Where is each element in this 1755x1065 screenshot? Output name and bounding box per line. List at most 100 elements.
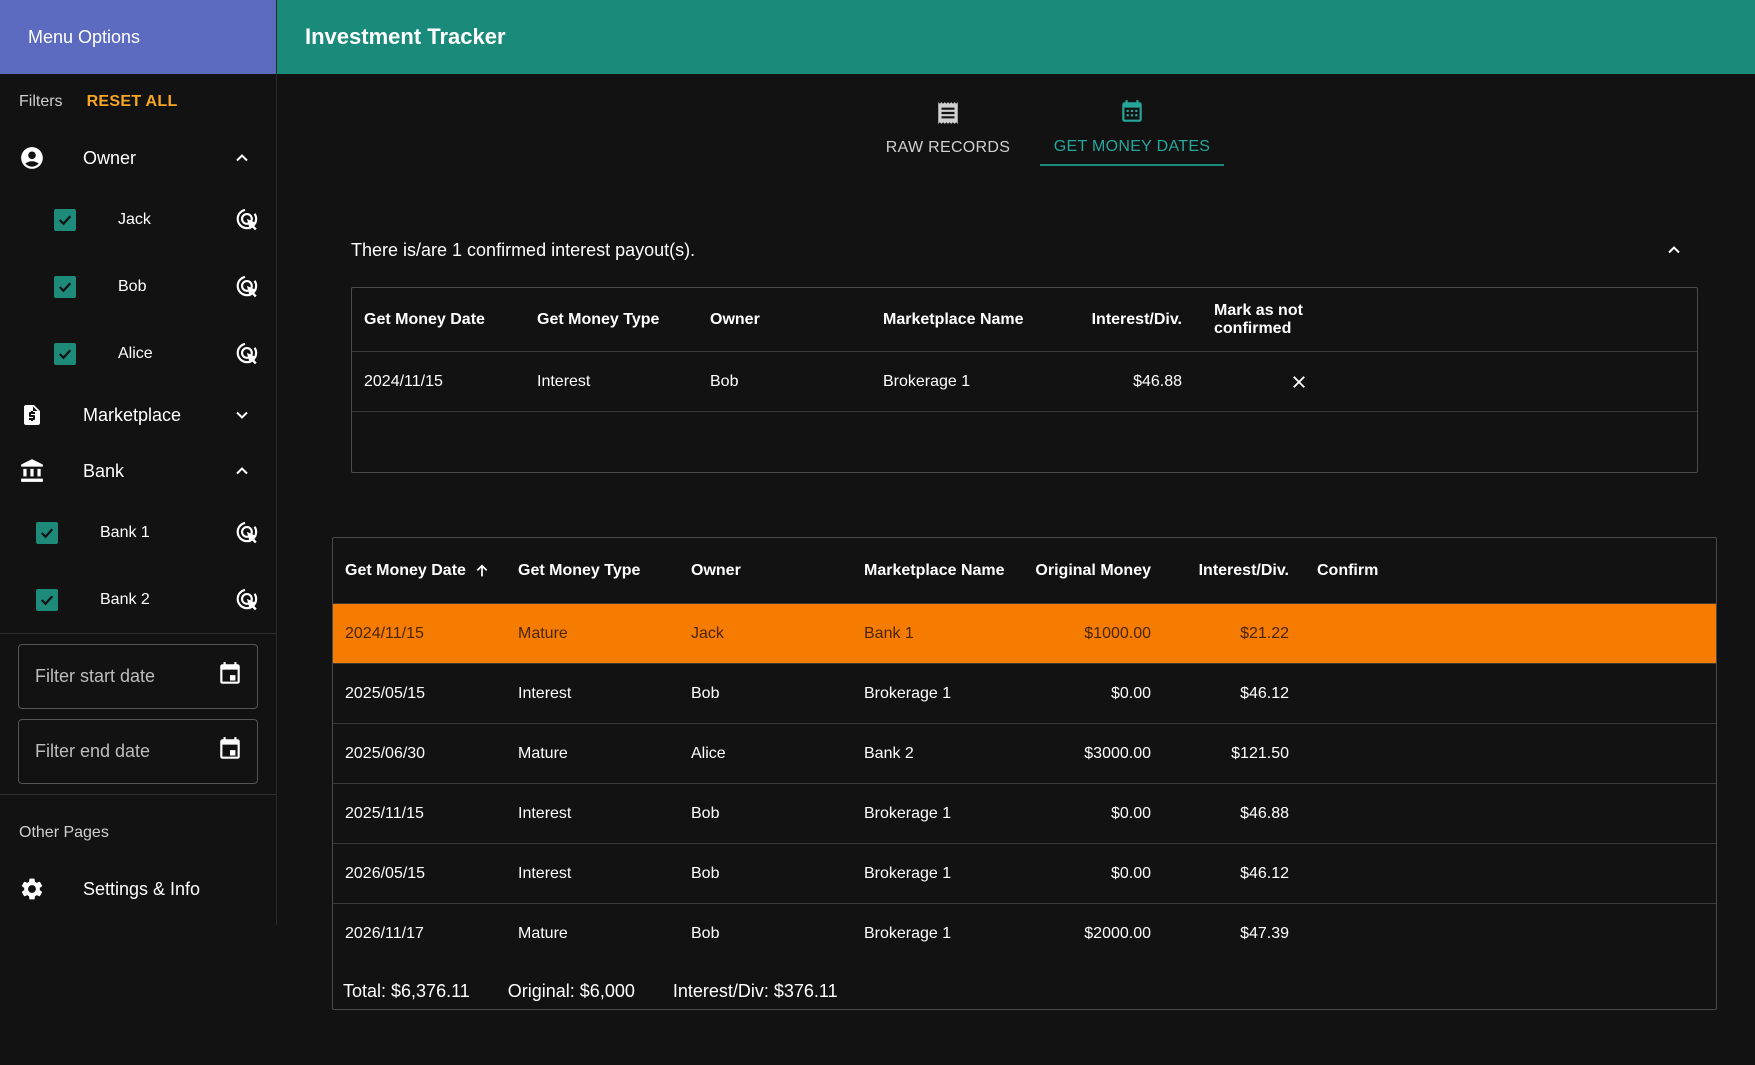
calendar-icon [1119,99,1145,130]
cell-owner: Bob [691,684,720,702]
cell-marketplace: Bank 1 [864,624,914,642]
cell-type: Mature [518,624,568,642]
marketplace-group-toggle[interactable]: Marketplace [0,387,276,443]
total-value: Total: $6,376.11 [343,980,470,1001]
select-only-icon[interactable] [234,273,262,301]
reset-all-button[interactable]: RESET ALL [87,93,178,111]
select-only-icon[interactable] [234,340,262,368]
cell-original: $0.00 [1110,684,1151,702]
table-row: 2024/11/15 Interest Bob Brokerage 1 $46.… [352,352,1697,412]
column-header: Interest/Div. [1198,561,1289,579]
filters-label: Filters [19,93,63,110]
column-header: Confirm [1317,561,1379,579]
owner-alice-checkbox[interactable] [54,342,76,365]
chevron-up-icon [230,146,254,170]
interest-total-value: Interest/Div: $376.11 [672,980,838,1001]
cell-interest: $46.12 [1240,864,1289,882]
cell-type: Interest [518,804,572,822]
column-header: Get Money Date [364,310,485,328]
confirmed-summary[interactable]: There is/are 1 confirmed interest payout… [351,236,1686,264]
select-only-icon[interactable] [234,206,262,234]
bank-filter-bank2: Bank 2 [0,566,276,633]
tab-raw-records[interactable]: RAW RECORDS [856,90,1040,166]
other-pages-label: Other Pages [19,824,109,841]
bank1-label: Bank 1 [100,523,150,541]
owner-group-toggle[interactable]: Owner [0,130,276,186]
owner-group-label: Owner [83,147,137,168]
original-total-value: Original: $6,000 [507,980,635,1001]
owner-jack-label: Jack [118,210,151,228]
sidebar: Menu Options Filters RESET ALL Owner Jac… [0,0,277,925]
divider [0,794,276,795]
cell-date: 2025/06/30 [345,744,426,762]
table-header: Get Money Date Get Money Type Owner Mark… [333,538,1716,604]
cell-interest: $47.39 [1240,925,1289,942]
tab-get-money-dates[interactable]: GET MONEY DATES [1040,90,1224,166]
bank2-label: Bank 2 [100,590,150,608]
tab-raw-records-label: RAW RECORDS [885,138,1011,156]
cell-owner: Bob [691,804,720,822]
table-row[interactable]: 2025/05/15 Interest Bob Brokerage 1 $0.0… [333,664,1716,724]
cell-owner: Bob [691,864,720,882]
app-bar: Investment Tracker [277,0,1755,74]
chevron-up-icon [230,459,254,483]
confirmed-table: Get Money Date Get Money Type Owner Mark… [351,287,1698,473]
cell-interest: $46.12 [1240,684,1289,702]
bank1-checkbox[interactable] [36,521,58,544]
account-circle-icon [18,144,46,172]
owner-filter-alice: Alice [0,320,276,387]
column-header: Marketplace Name [883,310,1024,328]
sidebar-header: Menu Options [0,0,276,74]
get-money-table: Get Money Date Get Money Type Owner Mark… [332,537,1717,1010]
unconfirm-button[interactable] [1184,373,1414,391]
owner-filter-jack: Jack [0,186,276,253]
totals-row: Total: $6,376.11 Original: $6,000 Intere… [333,964,1716,1018]
tab-get-money-dates-label: GET MONEY DATES [1053,137,1211,155]
table-row[interactable]: 2025/11/15 Interest Bob Brokerage 1 $0.0… [333,784,1716,844]
cell-type: Interest [518,864,572,882]
table-row[interactable]: 2026/11/17 Mature Bob Brokerage 1 $2000.… [333,904,1716,964]
settings-nav-item[interactable]: Settings & Info [0,861,276,917]
chevron-up-icon[interactable] [1662,238,1686,262]
column-header: Mark as not confirmed [1214,301,1303,337]
calendar-icon[interactable] [217,736,243,767]
column-header-sortable[interactable]: Get Money Date [333,562,506,580]
app: Menu Options Filters RESET ALL Owner Jac… [0,0,1755,1065]
divider [0,633,276,634]
select-only-icon[interactable] [234,519,262,547]
bank2-checkbox[interactable] [36,588,58,611]
cell-original: $0.00 [1110,864,1151,882]
table-row[interactable]: 2024/11/15 Mature Jack Bank 1 $1000.00 $… [333,604,1716,664]
cell-date: 2025/11/15 [345,804,424,822]
confirmed-summary-text: There is/are 1 confirmed interest payout… [351,239,696,260]
table-header: Get Money Date Get Money Type Owner Mark… [352,288,1697,352]
select-only-icon[interactable] [234,586,262,614]
owner-alice-label: Alice [118,344,153,362]
settings-nav-label: Settings & Info [83,878,201,899]
filter-end-date-field[interactable]: Filter end date [18,719,258,784]
cell-marketplace: Brokerage 1 [864,925,952,942]
column-header-label: Get Money Date [345,561,466,579]
filter-start-date-field[interactable]: Filter start date [18,644,258,709]
cell-original: $3000.00 [1084,744,1151,762]
column-header: Interest/Div. [1091,310,1182,328]
arrow-up-icon [474,563,490,579]
calendar-icon[interactable] [217,661,243,692]
cell-owner: Bob [691,925,720,942]
owner-filter-bob: Bob [0,253,276,320]
table-row[interactable]: 2026/05/15 Interest Bob Brokerage 1 $0.0… [333,844,1716,904]
cell-type: Interest [537,372,591,390]
bank-group-toggle[interactable]: Bank [0,443,276,499]
column-header: Owner [710,310,760,328]
view-tabs: RAW RECORDS GET MONEY DATES [856,90,1224,166]
owner-jack-checkbox[interactable] [54,208,76,231]
cell-type: Mature [518,744,568,762]
owner-bob-checkbox[interactable] [54,275,76,298]
bank-group-label: Bank [83,460,125,481]
gear-icon [18,875,46,903]
table-row[interactable]: 2025/06/30 Mature Alice Bank 2 $3000.00 … [333,724,1716,784]
cell-date: 2025/05/15 [345,684,426,702]
column-header: Get Money Type [537,310,660,328]
cell-marketplace: Bank 2 [864,744,914,762]
cell-interest: $46.88 [1133,372,1182,390]
